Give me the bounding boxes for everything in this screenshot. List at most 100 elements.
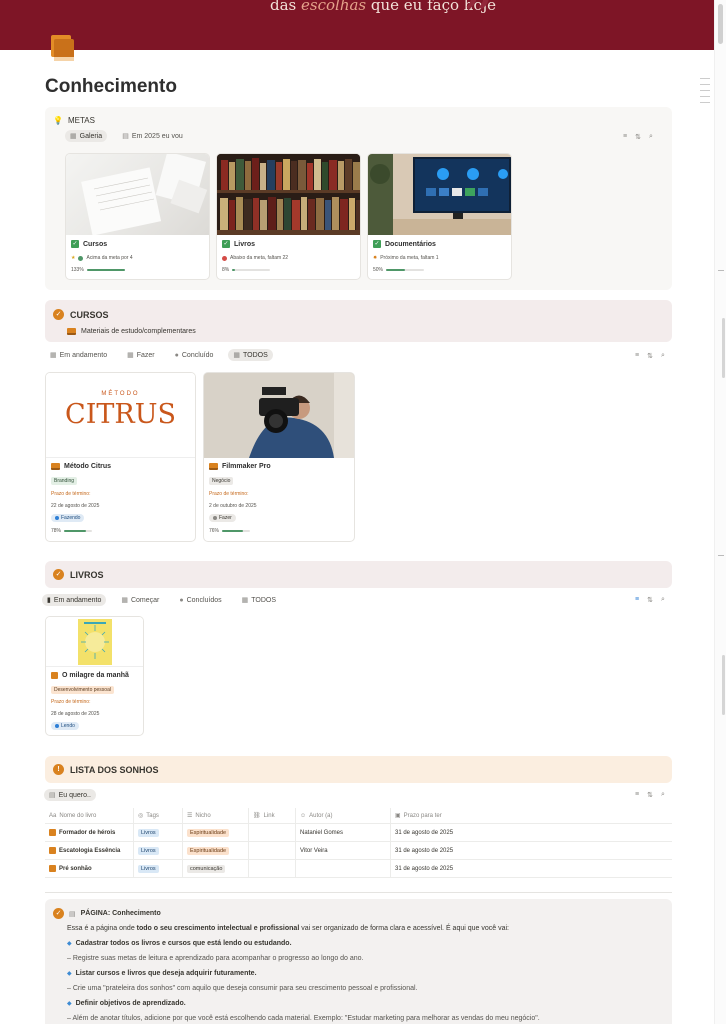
books-icon[interactable] [48,33,78,63]
book-icon [51,672,58,679]
tab-todos[interactable]: ▦ TODOS [228,349,273,361]
progress: 133% [71,267,125,273]
card-title: Livros [234,240,256,248]
tab-em-2025[interactable]: ▤ Em 2025 eu vou [117,130,188,142]
laptop-icon [67,328,76,335]
meta-card-documentarios[interactable]: ✓ Documentários ✸ Próximo da meta, faltam … [367,153,512,280]
deadline-label: Prazo de término: [51,491,91,497]
metas-label: 💡 METAS [53,116,95,125]
col-link[interactable]: ⛓ Link [249,808,296,823]
col-nicho[interactable]: ☰ Nicho [183,808,249,823]
deadline-label: Prazo de término: [51,699,91,705]
search-icon[interactable]: ⌕ [649,133,653,141]
side-handle[interactable] [722,318,725,378]
status-badge: Fazer [209,514,236,522]
scroll-thumb[interactable] [718,4,723,44]
progress-fill [386,269,406,271]
sort-icon[interactable]: ⇅ [647,596,653,604]
info-heading: PÁGINA: Conhecimento [80,910,161,917]
livro-card-milagre-da-manha[interactable]: O milagre da manhã Desenvolvimento pesso… [45,616,144,736]
livros-title: LIVROS [70,569,104,580]
info-line-4: – Além de anotar títulos, adicione por q… [67,1015,540,1022]
grid-icon: ▦ [121,597,128,604]
tab-concluidos[interactable]: ● Concluídos [174,595,226,606]
cursos-subtitle: Materiais de estudo/complementares [81,328,196,335]
meta-card-livros[interactable]: ✓ Livros Abaixo da meta, faltam 22 8% [216,153,361,280]
table-row[interactable]: Escatologia Essência Livros Espiritualid… [45,842,672,860]
divider [45,892,672,893]
status-dot [222,255,227,261]
col-prazo[interactable]: ▣ Prazo para ter [391,808,672,823]
search-icon[interactable]: ⌕ [661,352,665,360]
diamond-icon: ◆ [67,941,72,947]
curso-card-metodo-citrus[interactable]: MÉTODO CITRUS Método Citrus Branding Pra… [45,372,196,542]
card-title: Filmmaker Pro [222,463,271,470]
tab-concluido[interactable]: ● Concluído [170,350,219,361]
col-nome[interactable]: Aa Nome do livro [45,808,134,823]
grid-icon: ▦ [70,133,77,140]
curso-card-filmmaker-pro[interactable]: Filmmaker Pro Negócio Prazo de término: … [203,372,355,542]
cover-banner: das escolhas que eu faço hoje ” [0,0,714,50]
sonhos-table: Aa Nome do livro ◎ Tags ☰ Nicho ⛓ Link ☺ Auto… [45,808,672,878]
progress-fill [86,269,125,271]
col-autor[interactable]: ☺ Autor (a) [296,808,391,823]
filter-icon[interactable]: ≡ [635,596,639,604]
card-note: Próximo da meta, faltam 1 [380,255,439,261]
info-item-1: ◆ Cadastrar todos os livros e cursos que … [67,940,292,947]
sort-icon[interactable]: ⇅ [647,352,653,360]
search-icon[interactable]: ⌕ [661,596,665,604]
tab-em-andamento[interactable]: ▮ Em andamento [42,594,107,606]
deadline-date: 28 de agosto de 2025 [51,711,100,717]
scrollbar[interactable] [714,0,726,1024]
info-line-2: – Registre suas metas de leitura e apren… [67,955,364,962]
tab-eu-quero[interactable]: ▤ Eu quero.. [44,789,96,801]
calendar-icon: ▣ [395,813,401,819]
progress: 50% [373,267,425,273]
meta-card-cursos[interactable]: ✓ Cursos ★ Acima da meta por 4 133% [65,153,210,280]
table-icon: ▤ [49,792,56,799]
tab-galeria[interactable]: ▦ Galeria [65,130,108,142]
tab-comecar[interactable]: ▦ Começar [116,594,164,606]
card-cover [204,373,354,458]
diamond-icon: ◆ [67,1001,72,1007]
search-icon[interactable]: ⌕ [661,791,665,799]
check-icon: ✓ [373,240,381,248]
check-circle-icon: ✓ [53,309,64,320]
cover-small-text: MÉTODO [101,391,140,397]
card-cover [368,154,511,235]
side-handle[interactable] [722,655,725,715]
sort-icon[interactable]: ⇅ [647,791,653,799]
tag-icon: ◎ [138,813,144,819]
info-intro: Essa é a página onde todo o seu crescime… [67,925,509,932]
filter-icon[interactable]: ≡ [635,791,639,799]
cover-big-text: CITRUS [65,399,176,430]
star-icon: ★ [71,255,76,261]
filter-icon[interactable]: ≡ [635,352,639,360]
card-cover: MÉTODO CITRUS [46,373,195,458]
outline-marks [700,78,710,103]
laptop-icon [209,463,218,470]
check-circle-icon: ● [174,351,179,359]
table-row[interactable]: Formador de hérois Livros Espiritualidad… [45,824,672,842]
page-icon-small: ▤ [69,910,76,918]
link-icon: ⛓ [253,813,261,819]
book-icon: ▮ [47,597,51,604]
progress: 8% [222,267,271,273]
col-tags[interactable]: ◎ Tags [134,808,183,823]
check-icon: ✓ [222,240,230,248]
status-badge: Lendo [51,722,79,730]
sort-icon[interactable]: ⇅ [635,133,641,141]
filter-icon[interactable]: ≡ [623,133,627,141]
sonhos-tools: ≡ ⇅ ⌕ [635,791,665,799]
tab-fazer[interactable]: ▦ Fazer [122,349,160,361]
book-icon [49,847,56,854]
tab-todos[interactable]: ▦ TODOS [237,594,281,606]
tab-em-andamento[interactable]: ▦ Em andamento [45,349,112,361]
info-item-3: ◆ Definir objetivos de aprendizado. [67,1000,186,1007]
book-icon [49,829,56,836]
book-icon [49,865,56,872]
info-line-3: – Crie uma "prateleira dos sonhos" com a… [67,985,418,992]
table-row[interactable]: Pré sonhão Livros comunicação 31 de agos… [45,860,672,878]
cursos-callout: ✓ CURSOS Materiais de estudo/complementar… [45,300,672,342]
check-circle-icon: ✓ [53,908,64,919]
